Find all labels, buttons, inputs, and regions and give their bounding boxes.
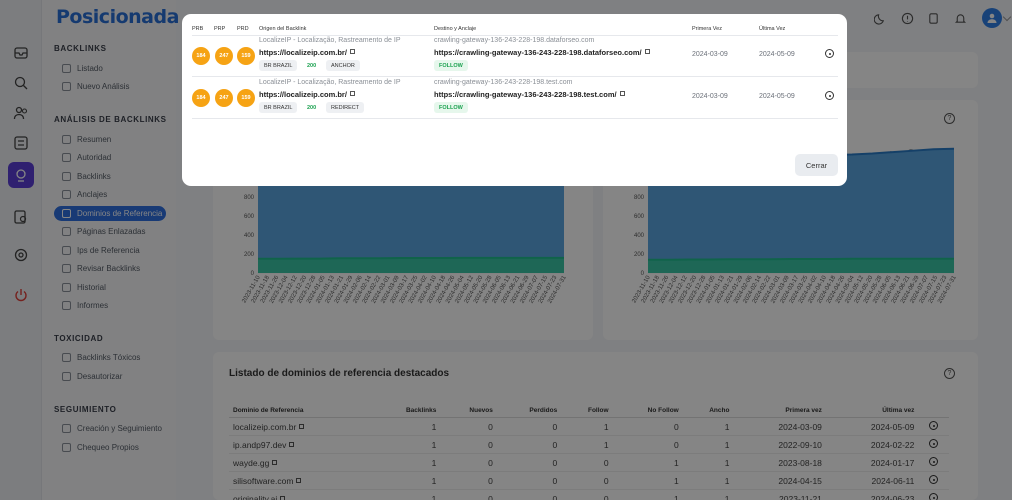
source-title: LocalizeIP - Localização, Rastreamento d…: [259, 79, 401, 86]
source-title: LocalizeIP - Localização, Rastreamento d…: [259, 37, 401, 44]
external-link-icon: [349, 49, 355, 54]
rel-badge: FOLLOW: [434, 102, 468, 113]
status-badge: 200: [307, 62, 317, 69]
first-seen: 2024-03-09: [692, 51, 728, 58]
source-link[interactable]: https://localizeip.com.br/: [259, 90, 355, 99]
status-badge: 200: [307, 104, 317, 111]
dest-link[interactable]: https://crawling-gateway-136-243-228-198…: [434, 90, 625, 99]
last-seen: 2024-05-09: [759, 93, 795, 100]
type-badge: ANCHOR: [326, 60, 360, 71]
header-first: Primera Vez: [692, 26, 722, 32]
header-prb: PRB: [192, 26, 204, 32]
header-last: Última Vez: [759, 26, 786, 32]
expand-button[interactable]: [825, 49, 834, 61]
rel-badge: FOLLOW: [434, 60, 468, 71]
prd-badge: 159: [237, 89, 255, 107]
source-link[interactable]: https://localizeip.com.br/: [259, 48, 355, 57]
header-origin: Origen del Backlink: [259, 26, 307, 32]
country-badge: BR BRAZIL: [259, 60, 298, 71]
prb-badge: 184: [192, 47, 210, 65]
expand-button[interactable]: [825, 91, 834, 103]
country-badge: BR BRAZIL: [259, 102, 298, 113]
header-prp: PRP: [214, 26, 226, 32]
external-link-icon: [349, 91, 355, 96]
header-prd: PRD: [237, 26, 249, 32]
type-badge: REDIRECT: [326, 102, 365, 113]
prp-badge: 247: [215, 47, 233, 65]
header-dest: Destino y Anclaje: [434, 26, 477, 32]
divider: [192, 118, 838, 119]
divider: [192, 76, 838, 77]
backlink-detail-modal: PRB PRP PRD Origen del Backlink Destino …: [182, 14, 847, 186]
prb-badge: 184: [192, 89, 210, 107]
divider: [192, 35, 838, 36]
dest-link[interactable]: https://crawling-gateway-136-243-228-198…: [434, 48, 650, 57]
prd-badge: 159: [237, 47, 255, 65]
dest-title: crawling-gateway-136-243-228-198.datafor…: [434, 37, 595, 44]
dest-title: crawling-gateway-136-243-228-198.test.co…: [434, 79, 573, 86]
external-link-icon: [644, 49, 650, 54]
close-button[interactable]: Cerrar: [795, 154, 838, 176]
external-link-icon: [619, 91, 625, 96]
dot-circle-icon: [825, 91, 834, 100]
last-seen: 2024-05-09: [759, 51, 795, 58]
dot-circle-icon: [825, 49, 834, 58]
first-seen: 2024-03-09: [692, 93, 728, 100]
prp-badge: 247: [215, 89, 233, 107]
